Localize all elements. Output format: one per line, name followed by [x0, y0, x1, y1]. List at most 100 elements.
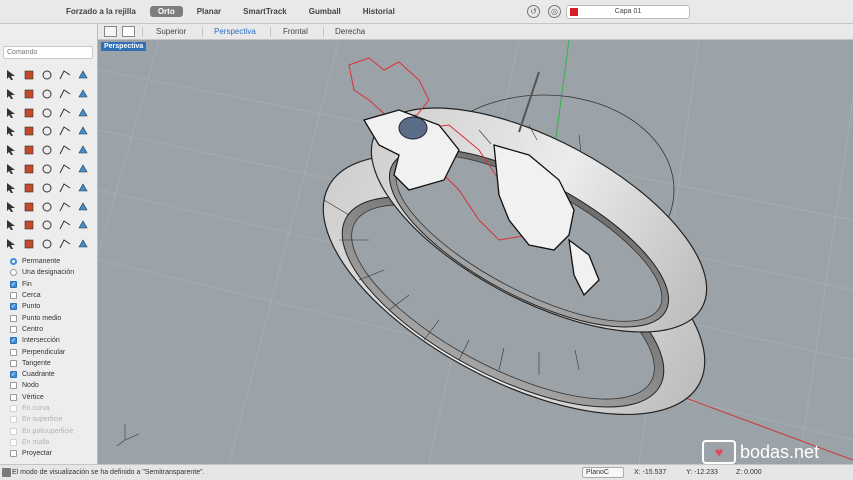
- trim-icon[interactable]: [75, 123, 91, 139]
- checkbox[interactable]: ✓: [10, 337, 17, 345]
- arc-icon[interactable]: [21, 86, 37, 102]
- material-icon[interactable]: [21, 217, 37, 233]
- checkbox[interactable]: ✓: [10, 371, 17, 379]
- circle-icon[interactable]: [75, 67, 91, 83]
- analyze-icon[interactable]: [75, 180, 91, 196]
- mode-button[interactable]: Orto: [149, 6, 183, 17]
- checkbox[interactable]: [10, 405, 17, 412]
- filter-icon[interactable]: ◎: [548, 5, 561, 18]
- osnap-item[interactable]: Proyectar: [10, 448, 96, 459]
- checkbox[interactable]: [10, 427, 17, 435]
- zoom-icon[interactable]: [21, 199, 37, 215]
- curve-icon[interactable]: [57, 67, 73, 83]
- checkbox[interactable]: [10, 325, 17, 333]
- osnap-item[interactable]: ✓ Intersección: [10, 335, 96, 346]
- camera-icon[interactable]: [57, 217, 73, 233]
- copy-icon[interactable]: [21, 161, 37, 177]
- polyline-icon[interactable]: [39, 67, 55, 83]
- viewport-layout-icon[interactable]: [104, 26, 117, 37]
- lock-icon[interactable]: [3, 236, 19, 252]
- tab-frontal[interactable]: Frontal: [283, 27, 308, 36]
- radio-button[interactable]: [10, 258, 17, 266]
- osnap-item[interactable]: ✓ Cuadrante: [10, 369, 96, 380]
- osnap-item[interactable]: ✓ Fin: [10, 279, 96, 290]
- join-icon[interactable]: [3, 142, 19, 158]
- osnap-item[interactable]: En malla: [10, 437, 96, 448]
- bulb-icon[interactable]: [75, 217, 91, 233]
- fillet-icon[interactable]: [75, 86, 91, 102]
- color-icon[interactable]: [39, 236, 55, 252]
- checkbox[interactable]: [10, 382, 17, 390]
- boolean-icon[interactable]: [3, 123, 19, 139]
- checkbox[interactable]: [10, 450, 17, 458]
- solid-tools-icon[interactable]: [21, 123, 37, 139]
- checkbox[interactable]: [10, 314, 17, 322]
- polygon-icon[interactable]: [57, 86, 73, 102]
- orient-icon[interactable]: [21, 180, 37, 196]
- box-icon[interactable]: [21, 105, 37, 121]
- osnap-item[interactable]: Vértice: [10, 392, 96, 403]
- command-input[interactable]: [3, 46, 93, 59]
- osnap-item[interactable]: En polisuperficie: [10, 425, 96, 436]
- light-icon[interactable]: [75, 199, 91, 215]
- mode-button[interactable]: Historial: [355, 6, 403, 17]
- radio-button[interactable]: [10, 269, 17, 277]
- mirror-icon[interactable]: [75, 161, 91, 177]
- move-icon[interactable]: [3, 161, 19, 177]
- mode-button[interactable]: SmartTrack: [235, 6, 295, 17]
- sphere-icon[interactable]: [39, 105, 55, 121]
- osnap-item[interactable]: Tangente: [10, 358, 96, 369]
- mode-button[interactable]: Gumball: [301, 6, 349, 17]
- cplane-selector[interactable]: PlanoC: [582, 467, 624, 478]
- layer-icon[interactable]: [57, 199, 73, 215]
- layer-selector[interactable]: Capa 01: [566, 5, 690, 19]
- text-icon[interactable]: [75, 142, 91, 158]
- checkbox[interactable]: ✓: [10, 280, 17, 288]
- dimension-icon[interactable]: [3, 199, 19, 215]
- tab-derecha[interactable]: Derecha: [335, 27, 365, 36]
- sphere-render-icon[interactable]: [57, 236, 73, 252]
- pan-icon[interactable]: [39, 199, 55, 215]
- history-icon[interactable]: ↺: [527, 5, 540, 18]
- checkbox[interactable]: [10, 348, 17, 356]
- rectangle-icon[interactable]: [39, 86, 55, 102]
- osnap-item[interactable]: Nodo: [10, 380, 96, 391]
- select-icon[interactable]: [3, 67, 19, 83]
- settings-icon[interactable]: [75, 236, 91, 252]
- flow-icon[interactable]: [39, 180, 55, 196]
- cylinder-icon[interactable]: [57, 105, 73, 121]
- osnap-item[interactable]: Cerca: [10, 290, 96, 301]
- ellipse-icon[interactable]: [3, 86, 19, 102]
- osnap-item[interactable]: En curva: [10, 403, 96, 414]
- tab-perspectiva[interactable]: Perspectiva: [214, 27, 256, 36]
- explode-icon[interactable]: [21, 142, 37, 158]
- perspective-viewport[interactable]: Perspectiva: [99, 40, 853, 464]
- checkbox[interactable]: [10, 416, 17, 424]
- osnap-item[interactable]: Perpendicular: [10, 346, 96, 357]
- rebuild-icon[interactable]: [39, 142, 55, 158]
- osnap-item[interactable]: Punto medio: [10, 312, 96, 323]
- rotate-icon[interactable]: [39, 161, 55, 177]
- loft-icon[interactable]: [75, 105, 91, 121]
- osnap-mode-option[interactable]: Permanente: [10, 256, 96, 267]
- checkbox[interactable]: [10, 292, 17, 300]
- split-icon[interactable]: [57, 123, 73, 139]
- tab-superior[interactable]: Superior: [156, 27, 186, 36]
- check-icon[interactable]: [57, 180, 73, 196]
- point-icon[interactable]: [21, 67, 37, 83]
- checkbox[interactable]: ✓: [10, 303, 17, 311]
- osnap-item[interactable]: ✓ Punto: [10, 301, 96, 312]
- array-icon[interactable]: [3, 180, 19, 196]
- viewport-title[interactable]: Perspectiva: [101, 42, 147, 51]
- osnap-item[interactable]: Centro: [10, 324, 96, 335]
- osnap-mode-option[interactable]: Una designación: [10, 267, 96, 278]
- checkbox[interactable]: [10, 393, 17, 401]
- render-icon[interactable]: [3, 217, 19, 233]
- checkbox[interactable]: [10, 438, 17, 446]
- offset-icon[interactable]: [57, 142, 73, 158]
- scale-icon[interactable]: [57, 161, 73, 177]
- mode-button[interactable]: Forzado a la rejilla: [58, 6, 144, 17]
- surface-icon[interactable]: [39, 123, 55, 139]
- checkbox[interactable]: [10, 359, 17, 367]
- osnap-item[interactable]: En superficie: [10, 414, 96, 425]
